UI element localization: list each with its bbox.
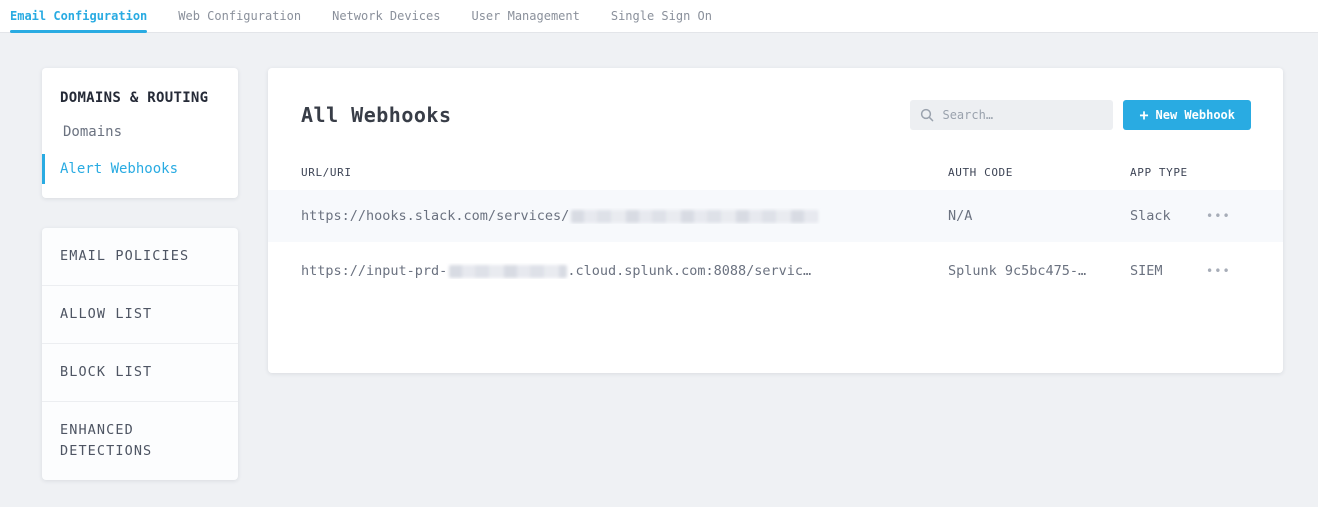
row-actions-ellipsis-icon[interactable]: ••• xyxy=(1206,260,1231,282)
domains-routing-card: DOMAINS & ROUTING Domains Alert Webhooks xyxy=(42,68,238,198)
webhooks-table: URL/URI AUTH CODE APP TYPE https://hooks… xyxy=(268,154,1283,300)
auth-code-cell: Splunk 9c5bc475-… xyxy=(948,263,1130,279)
webhooks-header: All Webhooks + New Webhook xyxy=(268,68,1283,154)
new-webhook-label: New Webhook xyxy=(1156,108,1235,122)
search-icon xyxy=(920,108,934,122)
tab-user-management[interactable]: User Management xyxy=(471,0,579,32)
app-type-cell: SIEM xyxy=(1130,263,1206,279)
row-actions-ellipsis-icon[interactable]: ••• xyxy=(1206,205,1231,227)
sidebar-item-enhanced-detections[interactable]: ENHANCED DETECTIONS xyxy=(42,402,238,480)
table-body: https://hooks.slack.com/services/ N/A Sl… xyxy=(268,190,1283,300)
url-text-suffix: .cloud.splunk.com:8088/servic… xyxy=(567,263,811,279)
url-text: https://input-prd- xyxy=(301,263,447,279)
column-header-app-type: APP TYPE xyxy=(1130,166,1206,179)
search-box xyxy=(910,100,1113,130)
search-input[interactable] xyxy=(942,108,1103,122)
tab-web-configuration[interactable]: Web Configuration xyxy=(178,0,301,32)
tab-email-configuration[interactable]: Email Configuration xyxy=(10,0,147,32)
sidebar-item-alert-webhooks[interactable]: Alert Webhooks xyxy=(42,154,238,184)
header-actions: + New Webhook xyxy=(910,100,1251,130)
sidebar-sections-card: EMAIL POLICIES ALLOW LIST BLOCK LIST ENH… xyxy=(42,228,238,480)
redacted-url-segment xyxy=(449,265,567,278)
app-type-cell: Slack xyxy=(1130,208,1206,224)
url-cell: https://hooks.slack.com/services/ xyxy=(301,208,948,224)
domains-routing-heading: DOMAINS & ROUTING xyxy=(42,90,238,110)
url-cell: https://input-prd- .cloud.splunk.com:808… xyxy=(301,263,948,279)
sidebar-item-allow-list[interactable]: ALLOW LIST xyxy=(42,286,238,344)
auth-code-cell: N/A xyxy=(948,208,1130,224)
sidebar-item-block-list[interactable]: BLOCK LIST xyxy=(42,344,238,402)
top-navigation: Email Configuration Web Configuration Ne… xyxy=(0,0,1318,33)
url-text: https://hooks.slack.com/services/ xyxy=(301,208,569,224)
webhooks-panel: All Webhooks + New Webhook URL/URI AUTH … xyxy=(268,68,1283,373)
tab-network-devices[interactable]: Network Devices xyxy=(332,0,440,32)
sidebar-item-email-policies[interactable]: EMAIL POLICIES xyxy=(42,228,238,286)
plus-icon: + xyxy=(1139,108,1148,123)
page-title: All Webhooks xyxy=(301,103,452,127)
table-row-splunk-webhook: https://input-prd- .cloud.splunk.com:808… xyxy=(268,242,1283,300)
table-header-row: URL/URI AUTH CODE APP TYPE xyxy=(268,154,1283,190)
column-header-auth-code: AUTH CODE xyxy=(948,166,1130,179)
new-webhook-button[interactable]: + New Webhook xyxy=(1123,100,1251,130)
redacted-url-segment xyxy=(571,210,818,223)
column-header-url: URL/URI xyxy=(301,166,948,179)
tab-single-sign-on[interactable]: Single Sign On xyxy=(611,0,712,32)
sidebar-item-domains[interactable]: Domains xyxy=(42,117,238,147)
table-row-slack-webhook: https://hooks.slack.com/services/ N/A Sl… xyxy=(268,190,1283,242)
